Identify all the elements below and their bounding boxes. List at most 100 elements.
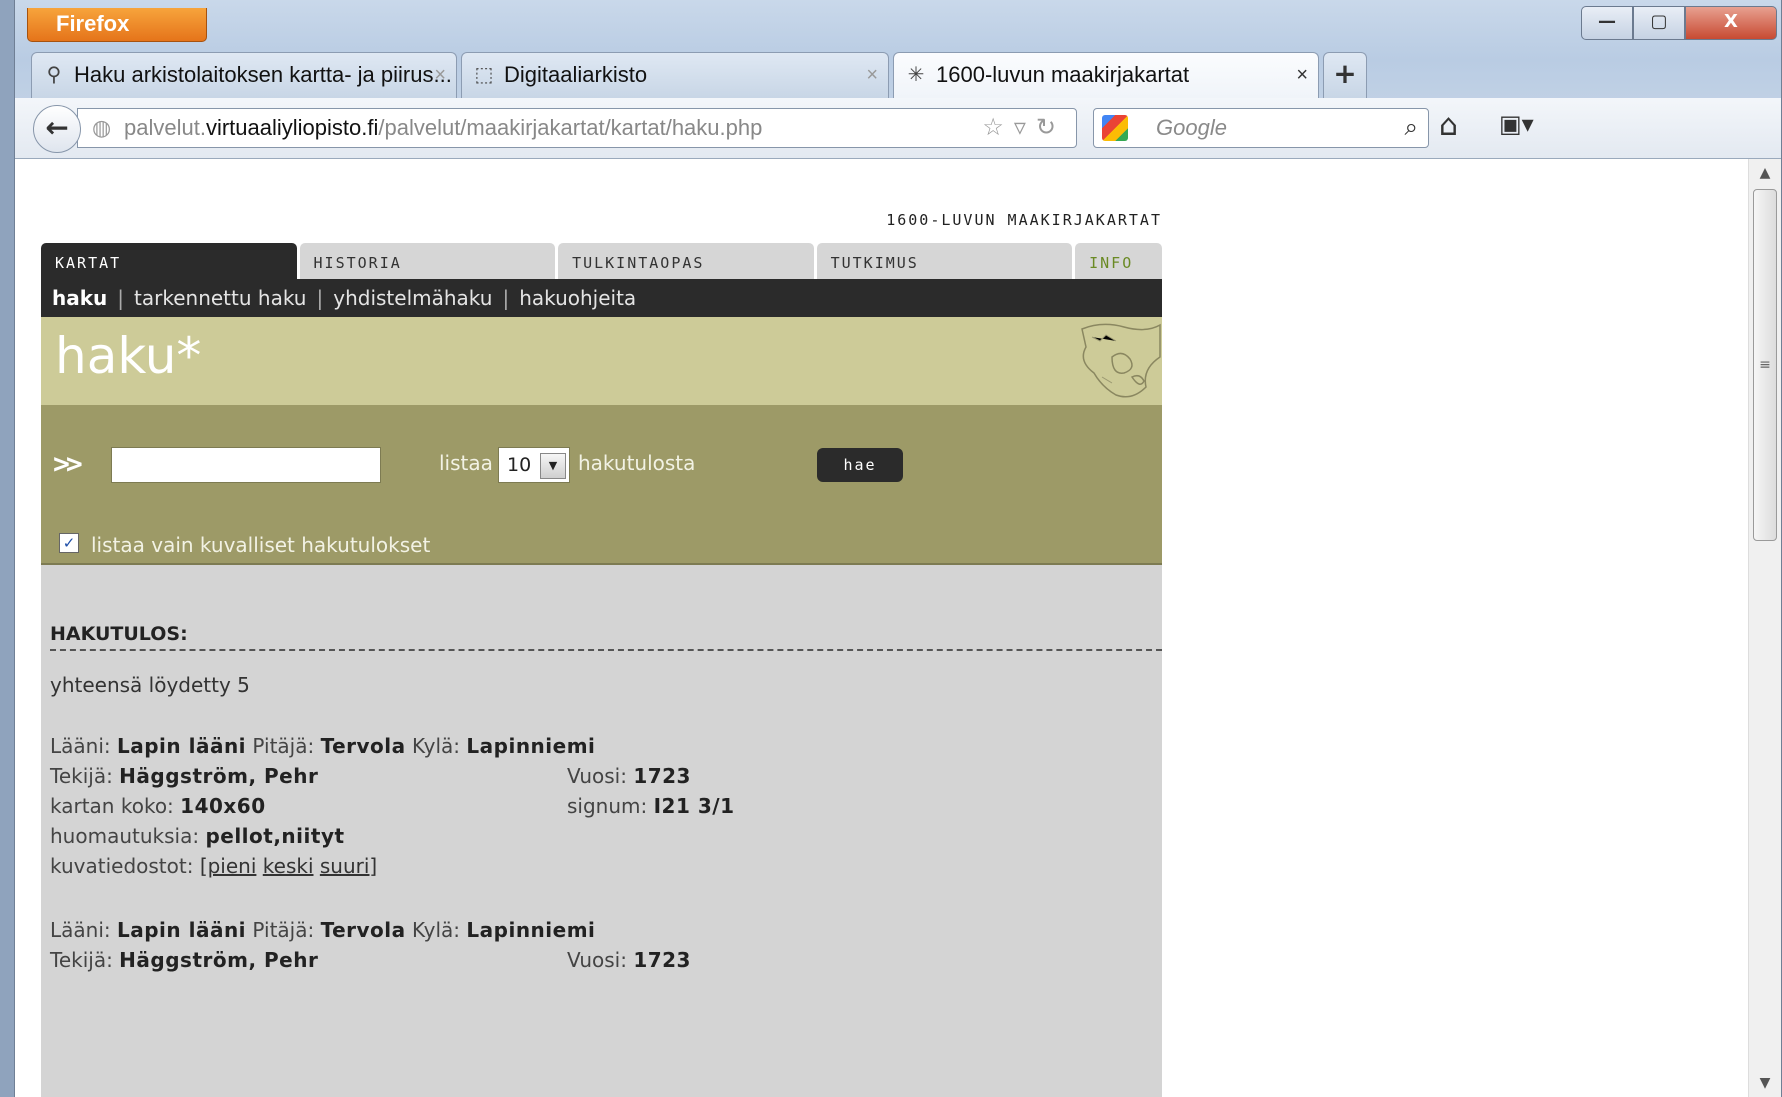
result-count-select[interactable]: 10 ▼	[498, 447, 570, 483]
scroll-up-arrow-icon[interactable]: ▲	[1749, 159, 1781, 187]
scroll-thumb[interactable]: ≡	[1753, 189, 1777, 541]
image-medium-link[interactable]: keski	[263, 854, 314, 878]
tab-title: 1600-luvun maakirjakartat	[936, 62, 1190, 87]
search-submit-button[interactable]: hae	[817, 448, 903, 482]
result-record: Lääni: Lapin lääni Pitäjä: Tervola Kylä:…	[50, 731, 1150, 881]
image-large-link[interactable]: suuri]	[320, 854, 377, 878]
google-icon[interactable]	[1102, 115, 1128, 141]
subnav-separator: |	[502, 286, 510, 310]
pitaja-value: Tervola	[320, 734, 406, 758]
search-form: >> listaa 10 ▼ hakutulosta hae ✓ listaa …	[41, 405, 1162, 565]
tab-digitaaliarkisto[interactable]: ⬚ Digitaaliarkisto ×	[461, 52, 889, 98]
kyla-value: Lapinniemi	[466, 918, 596, 942]
hakutulosta-label: hakutulosta	[578, 451, 696, 475]
loading-icon: ✳	[907, 64, 925, 86]
close-tab-icon[interactable]: ×	[434, 53, 446, 97]
web-search-box[interactable]: Google ⌕	[1093, 108, 1429, 148]
navigation-toolbar: ◍ palvelut.virtuaaliyliopisto.fi/palvelut…	[15, 98, 1781, 159]
tab-tutkimus[interactable]: tutkimus	[816, 243, 1073, 279]
vuosi-field: Vuosi: 1723	[567, 761, 691, 791]
close-tab-icon[interactable]: ×	[1296, 53, 1308, 97]
dropdown-arrow-icon[interactable]: ▼	[540, 453, 566, 479]
record-author-row: Tekijä: Häggström, Pehr Vuosi: 1723	[50, 761, 1150, 791]
laani-value: Lapin lääni	[116, 918, 247, 942]
home-icon[interactable]: ⌂	[1439, 108, 1458, 143]
close-tab-icon[interactable]: ×	[866, 53, 878, 97]
tab-info[interactable]: info	[1075, 243, 1162, 279]
back-button[interactable]: ←	[33, 105, 81, 153]
maximize-button[interactable]: ▢	[1633, 6, 1685, 40]
vuosi-field: Vuosi: 1723	[567, 945, 691, 975]
koko-value: 140x60	[180, 794, 266, 818]
page-banner: haku*	[41, 317, 1162, 405]
url-bar[interactable]: ◍ palvelut.virtuaaliyliopisto.fi/palvelut…	[77, 108, 1077, 148]
kyla-value: Lapinniemi	[466, 734, 596, 758]
close-window-button[interactable]: X	[1685, 6, 1777, 40]
tekija-label: Tekijä:	[50, 948, 113, 972]
image-small-link[interactable]: [pieni	[200, 854, 257, 878]
tekija-value: Häggström, Pehr	[119, 948, 319, 972]
reload-icon[interactable]: ↻	[1036, 114, 1066, 141]
history-dropdown-icon[interactable]: ▿	[1014, 114, 1036, 141]
record-location-row: Lääni: Lapin lääni Pitäjä: Tervola Kylä:…	[50, 915, 1150, 945]
window-controls: — ▢ X	[1581, 6, 1777, 40]
only-images-checkbox[interactable]: ✓	[59, 533, 79, 553]
record-notes-row: huomautuksia: pellot,niityt	[50, 821, 1150, 851]
signum-label: signum:	[567, 794, 648, 818]
tab-haku-arkisto[interactable]: ⚲ Haku arkistolaitoksen kartta- ja piiru…	[31, 52, 457, 98]
subnav-separator: |	[117, 286, 125, 310]
firefox-menu-button[interactable]: Firefox	[27, 8, 207, 42]
laani-label: Lääni:	[50, 918, 111, 942]
laani-value: Lapin lääni	[116, 734, 247, 758]
kyla-label: Kylä:	[412, 734, 461, 758]
url-domain: virtuaaliyliopisto.fi	[205, 115, 379, 140]
vuosi-value: 1723	[633, 764, 691, 788]
tab-historia[interactable]: historia	[299, 243, 556, 279]
tab-kartat[interactable]: kartat	[41, 243, 297, 279]
vuosi-label: Vuosi:	[567, 948, 627, 972]
new-tab-button[interactable]: +	[1323, 52, 1367, 98]
subnav-tarkennettu-haku[interactable]: tarkennettu haku	[134, 286, 306, 310]
old-map-decoration	[1081, 323, 1161, 398]
huomautuksia-value: pellot,niityt	[205, 824, 345, 848]
tab-maakirjakartat[interactable]: ✳ 1600-luvun maakirjakartat ×	[893, 52, 1319, 98]
search-arrows-icon: >>	[53, 447, 83, 480]
result-count-value: 10	[507, 454, 532, 476]
record-images-row: kuvatiedostot: [pieni keski suuri]	[50, 851, 1150, 881]
tab-tulkintaopas[interactable]: tulkintaopas	[558, 243, 814, 279]
bookmark-star-icon[interactable]: ☆	[982, 114, 1014, 141]
pitaja-value: Tervola	[320, 918, 406, 942]
only-images-label: listaa vain kuvalliset hakutulokset	[91, 533, 431, 557]
subnav-yhdistelmahaku[interactable]: yhdistelmähaku	[333, 286, 492, 310]
site-title: 1600-luvun maakirjakartat	[886, 211, 1162, 229]
search-placeholder: Google	[1156, 115, 1227, 140]
bookmarks-menu-icon[interactable]: ▣▾	[1499, 110, 1534, 138]
result-record: Lääni: Lapin lääni Pitäjä: Tervola Kylä:…	[50, 915, 1150, 975]
vertical-scrollbar[interactable]: ▲ ≡ ▼	[1748, 159, 1781, 1097]
tekija-label: Tekijä:	[50, 764, 113, 788]
results-total: yhteensä löydetty 5	[50, 673, 250, 697]
main-navigation: kartat historia tulkintaopas tutkimus in…	[41, 243, 1162, 279]
record-location-row: Lääni: Lapin lääni Pitäjä: Tervola Kylä:…	[50, 731, 1150, 761]
record-author-row: Tekijä: Häggström, Pehr Vuosi: 1723	[50, 945, 1150, 975]
tekija-value: Häggström, Pehr	[119, 764, 319, 788]
search-input[interactable]	[111, 447, 381, 483]
minimize-button[interactable]: —	[1581, 6, 1633, 40]
vuosi-label: Vuosi:	[567, 764, 627, 788]
search-icon[interactable]: ⌕	[1405, 109, 1418, 147]
back-arrow-icon: ←	[45, 111, 69, 144]
tab-title: Haku arkistolaitoksen kartta- ja piirus.…	[74, 62, 452, 87]
map-search-icon: ⚲	[46, 64, 62, 86]
scroll-down-arrow-icon[interactable]: ▼	[1749, 1069, 1781, 1097]
subnav-haku[interactable]: haku	[52, 286, 107, 310]
subnav-hakuohjeita[interactable]: hakuohjeita	[519, 286, 636, 310]
url-prefix: palvelut.	[124, 115, 206, 140]
sub-navigation: haku | tarkennettu haku | yhdistelmähaku | hak…	[41, 279, 1162, 317]
tab-strip: ⚲ Haku arkistolaitoksen kartta- ja piiru…	[31, 52, 1367, 98]
url-tools: ☆▿↻	[982, 109, 1066, 147]
listaa-label: listaa	[439, 451, 493, 475]
page-title: haku*	[55, 327, 202, 385]
pitaja-label: Pitäjä:	[252, 734, 315, 758]
blank-page-icon: ⬚	[474, 64, 494, 86]
record-size-row: kartan koko: 140x60 signum: I21 3/1	[50, 791, 1150, 821]
